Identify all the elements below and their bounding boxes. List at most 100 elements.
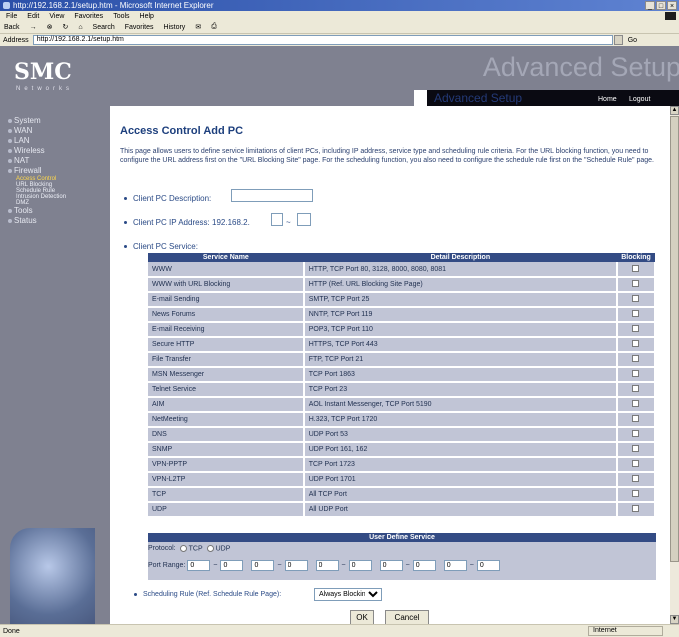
home-link[interactable]: Home — [598, 96, 617, 103]
client-ip-label: Client PC IP Address: 192.168.2. — [124, 218, 250, 227]
table-row: WWW HTTP, TCP Port 80, 3128, 8000, 8080, … — [148, 262, 657, 278]
port-range-input[interactable] — [251, 560, 275, 571]
blocking-checkbox[interactable] — [632, 325, 640, 332]
bullet-icon — [8, 149, 12, 153]
vertical-scrollbar[interactable]: ▲ ▼ — [670, 106, 679, 624]
blocking-cell — [616, 367, 657, 383]
client-ip-start-input[interactable] — [271, 213, 283, 226]
home-icon[interactable]: ⌂ — [78, 24, 82, 31]
close-button[interactable]: × — [667, 1, 677, 10]
client-ip-end-input[interactable] — [297, 213, 311, 226]
bullet-icon — [8, 159, 12, 163]
blocking-cell — [616, 337, 657, 353]
scroll-thumb[interactable] — [670, 116, 679, 562]
blocking-checkbox[interactable] — [632, 310, 640, 317]
address-input[interactable]: http://192.168.2.1/setup.htm — [32, 35, 613, 45]
scheduling-rule: Scheduling Rule (Ref. Schedule Rule Page… — [134, 588, 382, 601]
blocking-cell — [616, 442, 657, 458]
port-range-input[interactable] — [348, 560, 372, 571]
blocking-checkbox[interactable] — [632, 505, 640, 512]
banner-watermark: Advanced Setup — [482, 52, 679, 82]
menu-view[interactable]: View — [49, 13, 64, 20]
minimize-button[interactable]: _ — [645, 1, 655, 10]
service-description: All TCP Port — [303, 487, 618, 503]
menu-help[interactable]: Help — [140, 13, 154, 20]
bullet-icon — [8, 219, 12, 223]
page-intro: This page allows users to define service… — [120, 148, 654, 164]
service-name: E-mail Receiving — [148, 322, 305, 338]
header-detail-description: Detail Description — [303, 253, 617, 262]
scheduling-rule-select[interactable]: Always Blocking — [314, 588, 382, 601]
blocking-checkbox[interactable] — [632, 370, 640, 377]
blocking-checkbox[interactable] — [632, 475, 640, 482]
service-description: FTP, TCP Port 21 — [303, 352, 618, 368]
address-bar: Address http://192.168.2.1/setup.htm Go — [0, 34, 679, 46]
port-range-input[interactable] — [315, 560, 339, 571]
blocking-checkbox[interactable] — [632, 430, 640, 437]
scroll-down-icon[interactable]: ▼ — [670, 615, 679, 624]
blocking-checkbox[interactable] — [632, 340, 640, 347]
scroll-up-icon[interactable]: ▲ — [670, 106, 679, 115]
maximize-button[interactable]: □ — [656, 1, 666, 10]
port-range-row: Port Range: ~~~~~ — [148, 560, 500, 571]
table-row: E-mail Receiving POP3, TCP Port 110 — [148, 322, 657, 338]
mail-icon[interactable]: ✉ — [195, 23, 201, 31]
table-row: NetMeeting H.323, TCP Port 1720 — [148, 412, 657, 428]
blocking-checkbox[interactable] — [632, 445, 640, 452]
service-description: TCP Port 23 — [303, 382, 618, 398]
status-text: Done — [3, 627, 20, 635]
favorites-button[interactable]: Favorites — [125, 24, 154, 31]
stop-icon[interactable]: ⊗ — [47, 23, 53, 31]
sidebar-item-wireless[interactable]: Wireless — [8, 146, 66, 156]
service-description: UDP Port 161, 162 — [303, 442, 618, 458]
blocking-cell — [616, 277, 657, 293]
sidebar-item-firewall[interactable]: Firewall — [8, 166, 66, 176]
blocking-checkbox[interactable] — [632, 280, 640, 287]
blocking-checkbox[interactable] — [632, 415, 640, 422]
sidebar-item-tools[interactable]: Tools — [8, 206, 66, 216]
service-description: POP3, TCP Port 110 — [303, 322, 618, 338]
sidebar-item-lan[interactable]: LAN — [8, 136, 66, 146]
menu-edit[interactable]: Edit — [27, 13, 39, 20]
sidebar-item-status[interactable]: Status — [8, 216, 66, 226]
networks-text: Networks — [16, 86, 74, 92]
port-range-input[interactable] — [443, 560, 467, 571]
refresh-icon[interactable]: ↻ — [62, 23, 68, 31]
port-range-input[interactable] — [476, 560, 500, 571]
blocking-checkbox[interactable] — [632, 385, 640, 392]
port-range-input[interactable] — [187, 560, 211, 571]
sidebar-item-wan[interactable]: WAN — [8, 126, 66, 136]
search-button[interactable]: Search — [93, 24, 115, 31]
address-dropdown-icon[interactable] — [613, 35, 623, 45]
sidebar-item-nat[interactable]: NAT — [8, 156, 66, 166]
bullet-icon — [8, 209, 12, 213]
menu-favorites[interactable]: Favorites — [74, 13, 103, 20]
service-name: NetMeeting — [148, 412, 305, 428]
protocol-tcp-radio[interactable]: TCP — [179, 545, 203, 552]
blocking-checkbox[interactable] — [632, 400, 640, 407]
blocking-cell — [616, 412, 657, 428]
client-description-input[interactable] — [231, 189, 313, 202]
blocking-cell — [616, 292, 657, 308]
go-button[interactable]: Go — [628, 37, 637, 44]
sidebar-photo — [10, 528, 95, 624]
port-range-input[interactable] — [220, 560, 244, 571]
blocking-checkbox[interactable] — [632, 264, 640, 272]
forward-icon[interactable]: → — [30, 24, 37, 31]
sidebar-item-system[interactable]: System — [8, 116, 66, 126]
back-button[interactable]: Back — [4, 24, 20, 31]
print-icon[interactable]: ⎙ — [211, 23, 217, 31]
port-range-input[interactable] — [379, 560, 403, 571]
menu-tools[interactable]: Tools — [113, 13, 129, 20]
blocking-checkbox[interactable] — [632, 460, 640, 467]
blocking-checkbox[interactable] — [632, 490, 640, 497]
history-button[interactable]: History — [164, 24, 186, 31]
blocking-checkbox[interactable] — [632, 355, 640, 362]
port-range-input[interactable] — [412, 560, 436, 571]
logout-link[interactable]: Logout — [629, 96, 650, 103]
address-label: Address — [3, 36, 29, 44]
protocol-udp-radio[interactable]: UDP — [206, 545, 230, 552]
blocking-checkbox[interactable] — [632, 295, 640, 302]
menu-file[interactable]: File — [6, 13, 17, 20]
port-range-input[interactable] — [284, 560, 308, 571]
